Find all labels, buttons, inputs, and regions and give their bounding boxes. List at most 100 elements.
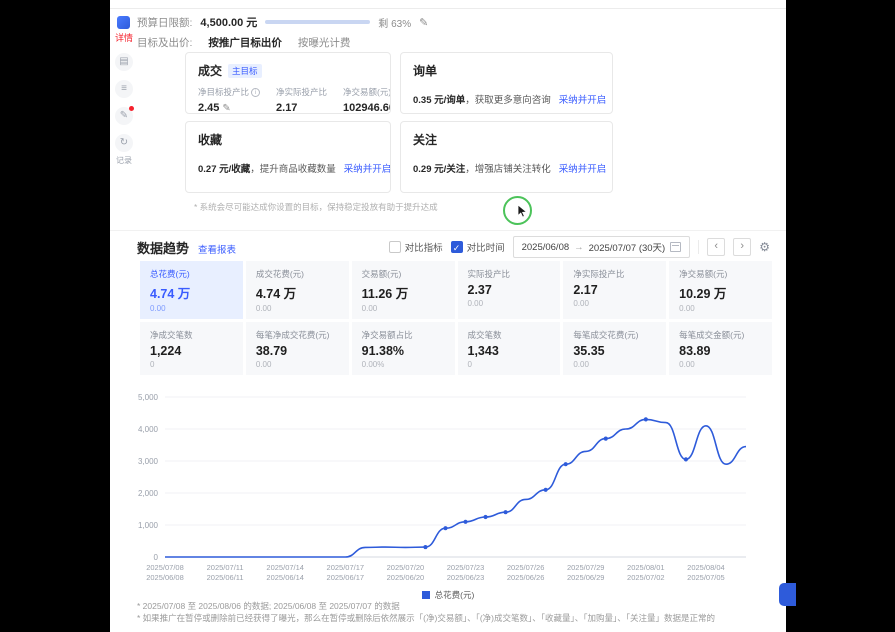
info-icon[interactable]: i: [251, 88, 260, 97]
metric-cell-r1c2[interactable]: 成交花费(元)4.74 万0.00: [246, 261, 349, 319]
svg-text:0: 0: [154, 553, 159, 562]
metric-cell-r2c3[interactable]: 净交易额占比91.38%0.00%: [352, 322, 455, 375]
metric-sub-value: 0: [468, 360, 551, 369]
roi-edit-icon[interactable]: ✎: [222, 103, 230, 114]
suggestion-price: 0.27 元/收藏: [198, 164, 250, 175]
metric-value: 38.79: [256, 344, 339, 358]
svg-text:2025/07/14: 2025/07/14: [266, 563, 304, 572]
date-range-end: 2025/07/07 (30天): [589, 240, 666, 254]
daily-budget-row: 预算日限额: 4,500.00 元 剩 63% ✎: [137, 13, 428, 31]
metric-cell-r1c1[interactable]: 总花费(元)4.74 万0.00: [140, 261, 243, 319]
svg-text:2025/07/02: 2025/07/02: [627, 573, 665, 582]
compare-metric-label: 对比指标: [405, 240, 443, 254]
trend-line-chart[interactable]: 01,0002,0003,0004,0005,0002025/07/082025…: [110, 388, 786, 586]
quicknav-history-icon[interactable]: ↻: [115, 134, 133, 152]
controls-divider: [698, 240, 699, 254]
dashboard-content: 详情 ▤ ≡ ✎ ↻ 记录 预算日限额: 4,500.00 元 剩 63% ✎ …: [110, 0, 786, 632]
svg-text:1,000: 1,000: [138, 521, 159, 530]
goal-cards-grid: 成交 主目标 净目标投产比i 2.45✎ 净实际投产比 2.17 净交易额(元)…: [185, 52, 613, 193]
metric-cell-r2c4[interactable]: 成交笔数1,3430: [458, 322, 561, 375]
budget-edit-icon[interactable]: ✎: [419, 16, 428, 29]
metric-cell-r1c6[interactable]: 净交易额(元)10.29 万0.00: [669, 261, 772, 319]
trend-title: 数据趋势: [137, 238, 189, 257]
tab-bid-by-impression[interactable]: 按曝光计费: [298, 35, 351, 50]
metric-label: 总花费(元): [150, 268, 233, 280]
goal-card-deal: 成交 主目标 净目标投产比i 2.45✎ 净实际投产比 2.17 净交易额(元)…: [185, 52, 391, 114]
svg-text:3,000: 3,000: [138, 457, 159, 466]
svg-text:2025/06/11: 2025/06/11: [207, 573, 244, 582]
svg-text:2025/06/23: 2025/06/23: [447, 573, 485, 582]
floating-feedback-button[interactable]: [779, 583, 796, 606]
metric-net-gmv: 净交易额(元) 102946.60: [343, 86, 391, 114]
view-report-link[interactable]: 查看报表: [198, 242, 236, 256]
svg-text:2025/06/08: 2025/06/08: [146, 573, 184, 582]
metric-sub-value: 0.00: [468, 299, 551, 308]
metric-sub-value: 0.00: [679, 360, 762, 369]
prev-period-button[interactable]: ‹: [707, 238, 725, 256]
metric-value: 102946.60: [343, 102, 391, 114]
top-divider: [110, 8, 786, 9]
metric-label: 成交花费(元): [256, 268, 339, 280]
date-range-picker[interactable]: 2025/06/08 → 2025/07/07 (30天): [513, 236, 691, 258]
svg-text:2025/07/20: 2025/07/20: [387, 563, 425, 572]
metric-summary-grid: 总花费(元)4.74 万0.00成交花费(元)4.74 万0.00交易额(元)1…: [140, 261, 772, 375]
quicknav-detail-label: 详情: [115, 31, 133, 44]
metric-net-actual-roi: 净实际投产比 2.17: [276, 86, 327, 114]
bidding-label: 目标及出价:: [137, 35, 192, 50]
trend-header: 数据趋势 查看报表: [137, 238, 236, 257]
metric-label: 成交笔数: [468, 329, 551, 341]
metric-cell-r2c2[interactable]: 每笔净成交花费(元)38.790.00: [246, 322, 349, 375]
quick-nav: 详情 ▤ ≡ ✎ ↻ 记录: [112, 16, 136, 166]
gear-icon[interactable]: ⚙: [759, 240, 770, 254]
adopt-and-enable-link[interactable]: 采纳并开启: [559, 95, 607, 106]
metric-cell-r2c6[interactable]: 每笔成交金额(元)83.890.00: [669, 322, 772, 375]
detail-icon: [117, 16, 130, 29]
svg-text:5,000: 5,000: [138, 393, 159, 402]
compare-metric-toggle[interactable]: 对比指标: [389, 240, 443, 254]
svg-text:2025/06/17: 2025/06/17: [327, 573, 365, 582]
compare-time-toggle[interactable]: ✓ 对比时间: [451, 240, 505, 254]
metric-sub-value: 0.00: [679, 304, 762, 313]
svg-text:2025/06/26: 2025/06/26: [507, 573, 545, 582]
next-period-button[interactable]: ›: [733, 238, 751, 256]
svg-text:2025/07/17: 2025/07/17: [327, 563, 365, 572]
metric-value: 2.45: [198, 102, 219, 114]
tab-bid-by-goal[interactable]: 按推广目标出价: [208, 35, 282, 50]
quicknav-report-icon[interactable]: ▤: [115, 53, 133, 71]
metric-sub-value: 0.00%: [362, 360, 445, 369]
budget-remaining: 剩 63%: [378, 15, 411, 30]
legend-swatch: [422, 591, 430, 599]
metric-label: 净实际投产比: [276, 86, 327, 98]
metric-cell-r2c1[interactable]: 净成交笔数1,2240: [140, 322, 243, 375]
metric-cell-r1c3[interactable]: 交易额(元)11.26 万0.00: [352, 261, 455, 319]
metric-label: 每笔成交金额(元): [679, 329, 762, 341]
metric-label: 每笔成交花费(元): [573, 329, 656, 341]
budget-label: 预算日限额:: [137, 15, 192, 30]
quicknav-edit-icon[interactable]: ✎: [115, 107, 133, 125]
svg-text:2025/07/23: 2025/07/23: [447, 563, 485, 572]
svg-text:2025/06/14: 2025/06/14: [266, 573, 304, 582]
metric-sub-value: 0.00: [573, 299, 656, 308]
metric-value: 4.74 万: [150, 283, 233, 302]
svg-text:2025/06/20: 2025/06/20: [387, 573, 425, 582]
adopt-and-enable-link[interactable]: 采纳并开启: [344, 164, 391, 175]
metric-cell-r1c4[interactable]: 实际投产比2.370.00: [458, 261, 561, 319]
svg-text:2025/07/11: 2025/07/11: [207, 563, 244, 572]
metric-label: 实际投产比: [468, 268, 551, 280]
compare-time-checkbox[interactable]: ✓: [451, 241, 463, 253]
metric-sub-value: 0.00: [256, 360, 339, 369]
metric-value: 10.29 万: [679, 283, 762, 302]
metric-cell-r2c5[interactable]: 每笔成交花费(元)35.350.00: [563, 322, 666, 375]
quicknav-item-detail[interactable]: 详情: [115, 16, 133, 44]
card-title: 询单: [413, 62, 437, 79]
adopt-and-enable-link[interactable]: 采纳并开启: [559, 164, 607, 175]
metric-label: 交易额(元): [362, 268, 445, 280]
svg-text:2025/07/08: 2025/07/08: [146, 563, 184, 572]
compare-metric-checkbox[interactable]: [389, 241, 401, 253]
metric-value: 1,224: [150, 344, 233, 358]
quicknav-list-icon[interactable]: ≡: [115, 80, 133, 98]
cursor-icon: [517, 204, 529, 218]
goal-card-follow: 关注0.29 元/关注，增强店铺关注转化采纳并开启: [400, 121, 613, 193]
suggestion-desc: ，获取更多意向咨询: [465, 95, 551, 106]
metric-cell-r1c5[interactable]: 净实际投产比2.170.00: [563, 261, 666, 319]
